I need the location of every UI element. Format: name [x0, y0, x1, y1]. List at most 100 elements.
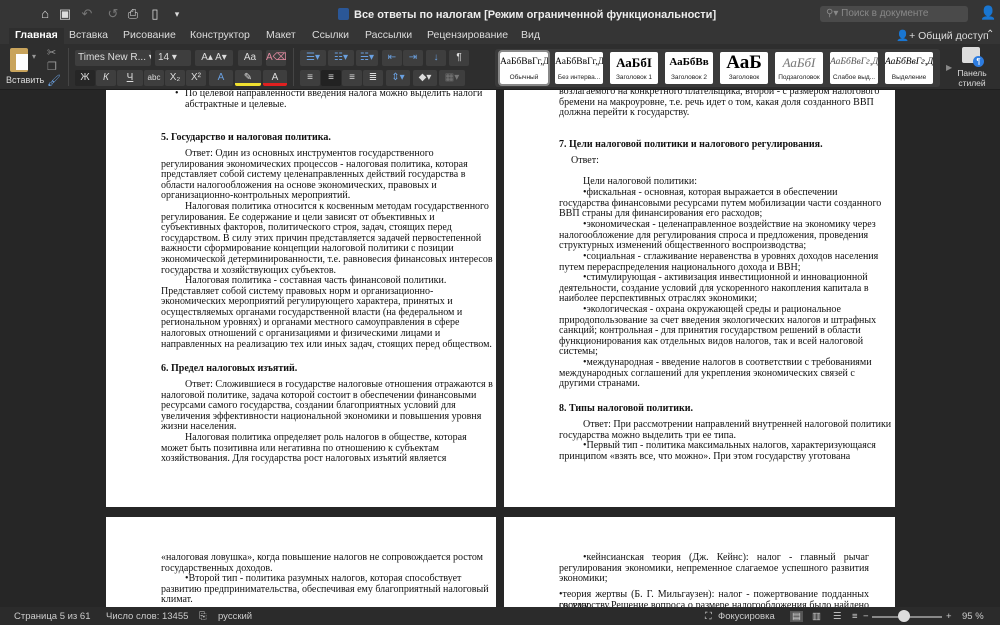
- sort-icon[interactable]: ↓: [426, 50, 446, 66]
- underline-button[interactable]: Ч: [117, 70, 143, 86]
- style-name: Выделение: [891, 74, 927, 81]
- italic-button[interactable]: К: [96, 70, 116, 86]
- proofing-icon[interactable]: ⎘: [199, 611, 207, 622]
- style-name: Заголовок 2: [671, 74, 707, 81]
- web-layout-icon[interactable]: ▥: [812, 611, 821, 622]
- highlight-icon[interactable]: ✎: [235, 70, 261, 86]
- style-heading-2[interactable]: АаБбВв Заголовок 2: [665, 52, 713, 84]
- tab-layout[interactable]: Макет: [266, 29, 296, 41]
- numbering-icon[interactable]: ☷▾: [328, 50, 354, 66]
- document-page[interactable]: «налоговая ловушка», когда повышение нал…: [106, 517, 496, 607]
- bullets-icon[interactable]: ☰▾: [300, 50, 326, 66]
- font-name-select[interactable]: Times New R... ▾: [75, 50, 151, 66]
- paste-button-label[interactable]: Вставить: [6, 75, 44, 85]
- text-line: налоговых отношений с организациями и фи…: [161, 328, 441, 339]
- style-subtle-emphasis[interactable]: АаБбВвГг,Д Слабое выд...: [830, 52, 878, 84]
- draft-icon[interactable]: ≡: [852, 611, 858, 622]
- style-sample: АаБ: [726, 52, 762, 73]
- tab-view[interactable]: Вид: [521, 29, 540, 41]
- divider: [293, 48, 294, 86]
- tab-draw[interactable]: Рисование: [123, 29, 176, 41]
- style-heading-1[interactable]: АаБбІ Заголовок 1: [610, 52, 658, 84]
- search-input[interactable]: ⚲▾ Поиск в документе: [820, 6, 968, 22]
- focus-mode-button[interactable]: Фокусировка: [718, 611, 775, 622]
- account-icon[interactable]: 👤: [980, 5, 996, 21]
- word-count[interactable]: Число слов: 13455: [106, 611, 188, 622]
- justify-icon[interactable]: ≣: [363, 70, 383, 86]
- align-center-icon[interactable]: ≡: [321, 70, 341, 86]
- borders-icon[interactable]: ▦▾: [439, 70, 465, 86]
- zoom-slider-thumb[interactable]: [897, 610, 910, 622]
- outline-icon[interactable]: ☰: [833, 611, 842, 622]
- paste-dropdown-icon[interactable]: ▾: [32, 52, 36, 61]
- format-painter-icon[interactable]: 🖌: [47, 74, 61, 87]
- word-document-icon: [338, 8, 349, 20]
- zoom-level[interactable]: 95 %: [962, 611, 984, 622]
- print-icon[interactable]: ⎙: [124, 6, 142, 22]
- add-person-icon: 👤+: [896, 30, 919, 42]
- font-size-grow-shrink[interactable]: A▴ A▾: [195, 50, 233, 66]
- language[interactable]: русский: [218, 611, 252, 622]
- paste-icon[interactable]: [10, 48, 28, 72]
- tab-design[interactable]: Конструктор: [190, 29, 250, 41]
- redo-icon[interactable]: ↺: [104, 6, 122, 22]
- ribbon: ▾ Вставить ✂ ❐ 🖌 Times New R... ▾ 14 ▾ A…: [0, 44, 1000, 90]
- document-page[interactable]: возлагаемого на конкретного плательщика,…: [504, 90, 895, 507]
- undo-icon[interactable]: ↶: [78, 6, 96, 22]
- increase-indent-icon[interactable]: ⇥: [403, 50, 423, 66]
- customize-toolbar-icon[interactable]: ▾: [168, 6, 186, 22]
- page-count[interactable]: Страница 5 из 61: [14, 611, 91, 622]
- decrease-indent-icon[interactable]: ⇤: [382, 50, 402, 66]
- text-line: •кейнсианская теория (Дж. Кейнс): налог …: [583, 552, 869, 563]
- text-line: экономики;: [559, 573, 608, 585]
- collapse-ribbon-icon[interactable]: ⌃: [986, 29, 994, 40]
- align-left-icon[interactable]: ≡: [300, 70, 320, 86]
- search-placeholder: Поиск в документе: [841, 8, 929, 19]
- strikethrough-button[interactable]: abc: [144, 70, 164, 86]
- text-line: направленных на реализацию тех или иных …: [161, 338, 492, 350]
- font-color-icon[interactable]: A: [263, 70, 287, 86]
- font-size-select[interactable]: 14 ▾: [155, 50, 191, 66]
- tab-references[interactable]: Ссылки: [312, 29, 349, 41]
- style-no-spacing[interactable]: АаБбВвГг,Д Без интерва...: [555, 52, 603, 84]
- home-icon[interactable]: ⌂: [36, 6, 54, 22]
- tab-review[interactable]: Рецензирование: [427, 29, 508, 41]
- style-emphasis[interactable]: АаБбВвГг,Д Выделение: [885, 52, 933, 84]
- document-page[interactable]: •кейнсианская теория (Дж. Кейнс): налог …: [504, 517, 895, 607]
- cut-icon[interactable]: ✂: [47, 46, 56, 59]
- style-sample: АаБбВвГг,Д: [830, 57, 878, 67]
- bold-button[interactable]: Ж: [75, 70, 95, 86]
- subscript-button[interactable]: X₂: [165, 70, 185, 86]
- new-document-icon[interactable]: ▯: [146, 6, 164, 22]
- zoom-in-icon[interactable]: +: [946, 611, 952, 622]
- tab-insert[interactable]: Вставка: [69, 29, 108, 41]
- tab-home[interactable]: Главная: [9, 28, 64, 44]
- text-effects-icon[interactable]: A: [209, 70, 233, 86]
- change-case-icon[interactable]: Aa: [238, 50, 262, 66]
- tab-mailings[interactable]: Рассылки: [365, 29, 412, 41]
- print-layout-icon[interactable]: ▤: [790, 611, 803, 622]
- align-right-icon[interactable]: ≡: [342, 70, 362, 86]
- text-line: Ответ: Сложившиеся в государстве налогов…: [185, 379, 493, 390]
- font-size-value: 14: [158, 52, 170, 63]
- document-page[interactable]: • По целевой направленности введения нало…: [106, 90, 496, 507]
- multilevel-list-icon[interactable]: ☵▾: [356, 50, 378, 66]
- styles-pane-label[interactable]: Панель стилей: [952, 68, 992, 88]
- style-title[interactable]: АаБ Заголовок: [720, 52, 768, 84]
- text-line: «налоговая ловушка», когда повышение нал…: [161, 552, 484, 563]
- style-normal[interactable]: АаБбВвГг,Д Обычный: [498, 50, 550, 86]
- style-subtitle[interactable]: АаБбІ Подзаголовок: [775, 52, 823, 84]
- styles-pane-icon[interactable]: [962, 47, 984, 67]
- style-name: Подзаголовок: [778, 74, 820, 81]
- shading-icon[interactable]: ◆▾: [413, 70, 437, 86]
- superscript-button[interactable]: X²: [186, 70, 206, 86]
- clear-formatting-icon[interactable]: A⌫: [266, 50, 286, 66]
- window-title: Все ответы по налогам [Режим ограниченно…: [338, 8, 716, 21]
- share-button[interactable]: 👤+ Общий доступ: [896, 29, 989, 42]
- line-spacing-icon[interactable]: ⇕▾: [386, 70, 410, 86]
- copy-icon[interactable]: ❐: [47, 60, 57, 73]
- text-line: •Второй тип - политика разумных налогов,…: [185, 573, 462, 584]
- zoom-out-icon[interactable]: −: [863, 611, 869, 622]
- save-icon[interactable]: ▣: [56, 6, 74, 22]
- show-formatting-marks-icon[interactable]: ¶: [449, 50, 469, 66]
